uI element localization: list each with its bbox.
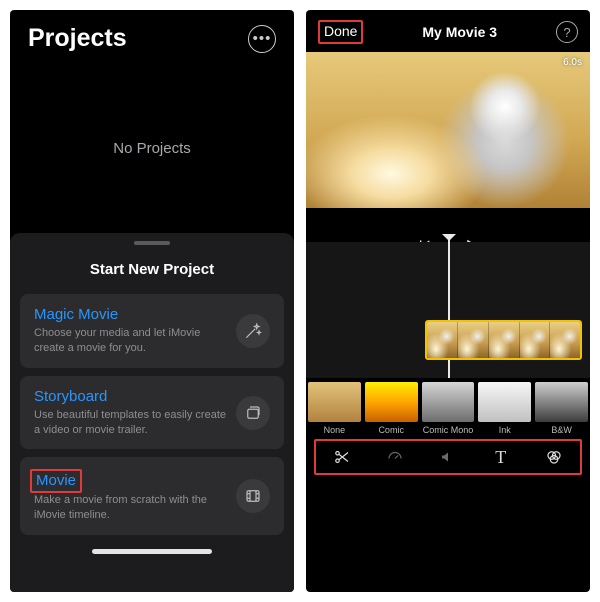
ellipsis-icon: ••• bbox=[253, 30, 272, 47]
filter-bw[interactable]: B&W bbox=[535, 382, 588, 435]
done-button[interactable]: Done bbox=[324, 23, 357, 39]
filter-thumb bbox=[478, 382, 531, 422]
more-button[interactable]: ••• bbox=[248, 25, 276, 53]
filter-ink[interactable]: Ink bbox=[478, 382, 531, 435]
video-preview[interactable]: 6.0s bbox=[306, 52, 590, 208]
option-desc: Choose your media and let iMovie create … bbox=[34, 326, 226, 356]
projects-screen: Projects ••• No Projects Start New Proje… bbox=[10, 10, 294, 592]
filter-label: Comic Mono bbox=[423, 425, 474, 435]
filter-comic-mono[interactable]: Comic Mono bbox=[422, 382, 475, 435]
filter-label: B&W bbox=[551, 425, 572, 435]
option-title: Magic Movie bbox=[34, 306, 226, 323]
editor-screen: Done My Movie 3 ? 6.0s bbox=[306, 10, 590, 592]
filter-none[interactable]: None bbox=[308, 382, 361, 435]
option-title: Storyboard bbox=[34, 388, 226, 405]
annotation-box bbox=[314, 439, 582, 475]
option-desc: Use beautiful templates to easily create… bbox=[34, 408, 226, 438]
option-movie[interactable]: Movie Make a movie from scratch with the… bbox=[20, 457, 284, 535]
option-title: Movie bbox=[36, 472, 76, 489]
home-indicator bbox=[92, 549, 212, 554]
option-storyboard[interactable]: Storyboard Use beautiful templates to ea… bbox=[20, 376, 284, 450]
filter-strip: None Comic Comic Mono Ink B&W bbox=[306, 378, 590, 435]
wand-icon bbox=[236, 314, 270, 348]
filter-thumb bbox=[535, 382, 588, 422]
option-desc: Make a movie from scratch with the iMovi… bbox=[34, 493, 226, 523]
clip[interactable] bbox=[425, 320, 582, 360]
filter-comic[interactable]: Comic bbox=[365, 382, 418, 435]
help-button[interactable]: ? bbox=[556, 21, 578, 43]
empty-state: No Projects bbox=[10, 63, 294, 233]
project-title: My Movie 3 bbox=[371, 24, 548, 40]
filter-thumb bbox=[365, 382, 418, 422]
help-icon: ? bbox=[563, 25, 570, 40]
sheet-title: Start New Project bbox=[20, 261, 284, 278]
edit-toolbar: T bbox=[306, 435, 590, 481]
sheet-grabber[interactable] bbox=[134, 241, 170, 245]
cards-icon bbox=[236, 396, 270, 430]
clip-duration: 6.0s bbox=[563, 57, 582, 68]
add-media-button[interactable] bbox=[306, 208, 590, 226]
film-icon bbox=[236, 479, 270, 513]
page-title: Projects bbox=[28, 24, 127, 53]
timeline[interactable] bbox=[306, 242, 590, 378]
filter-label: Ink bbox=[499, 425, 511, 435]
filter-label: Comic bbox=[378, 425, 404, 435]
filter-thumb bbox=[422, 382, 475, 422]
start-new-project-sheet: Start New Project Magic Movie Choose you… bbox=[10, 233, 294, 592]
filter-thumb bbox=[308, 382, 361, 422]
option-magic-movie[interactable]: Magic Movie Choose your media and let iM… bbox=[20, 294, 284, 368]
filter-label: None bbox=[324, 425, 346, 435]
